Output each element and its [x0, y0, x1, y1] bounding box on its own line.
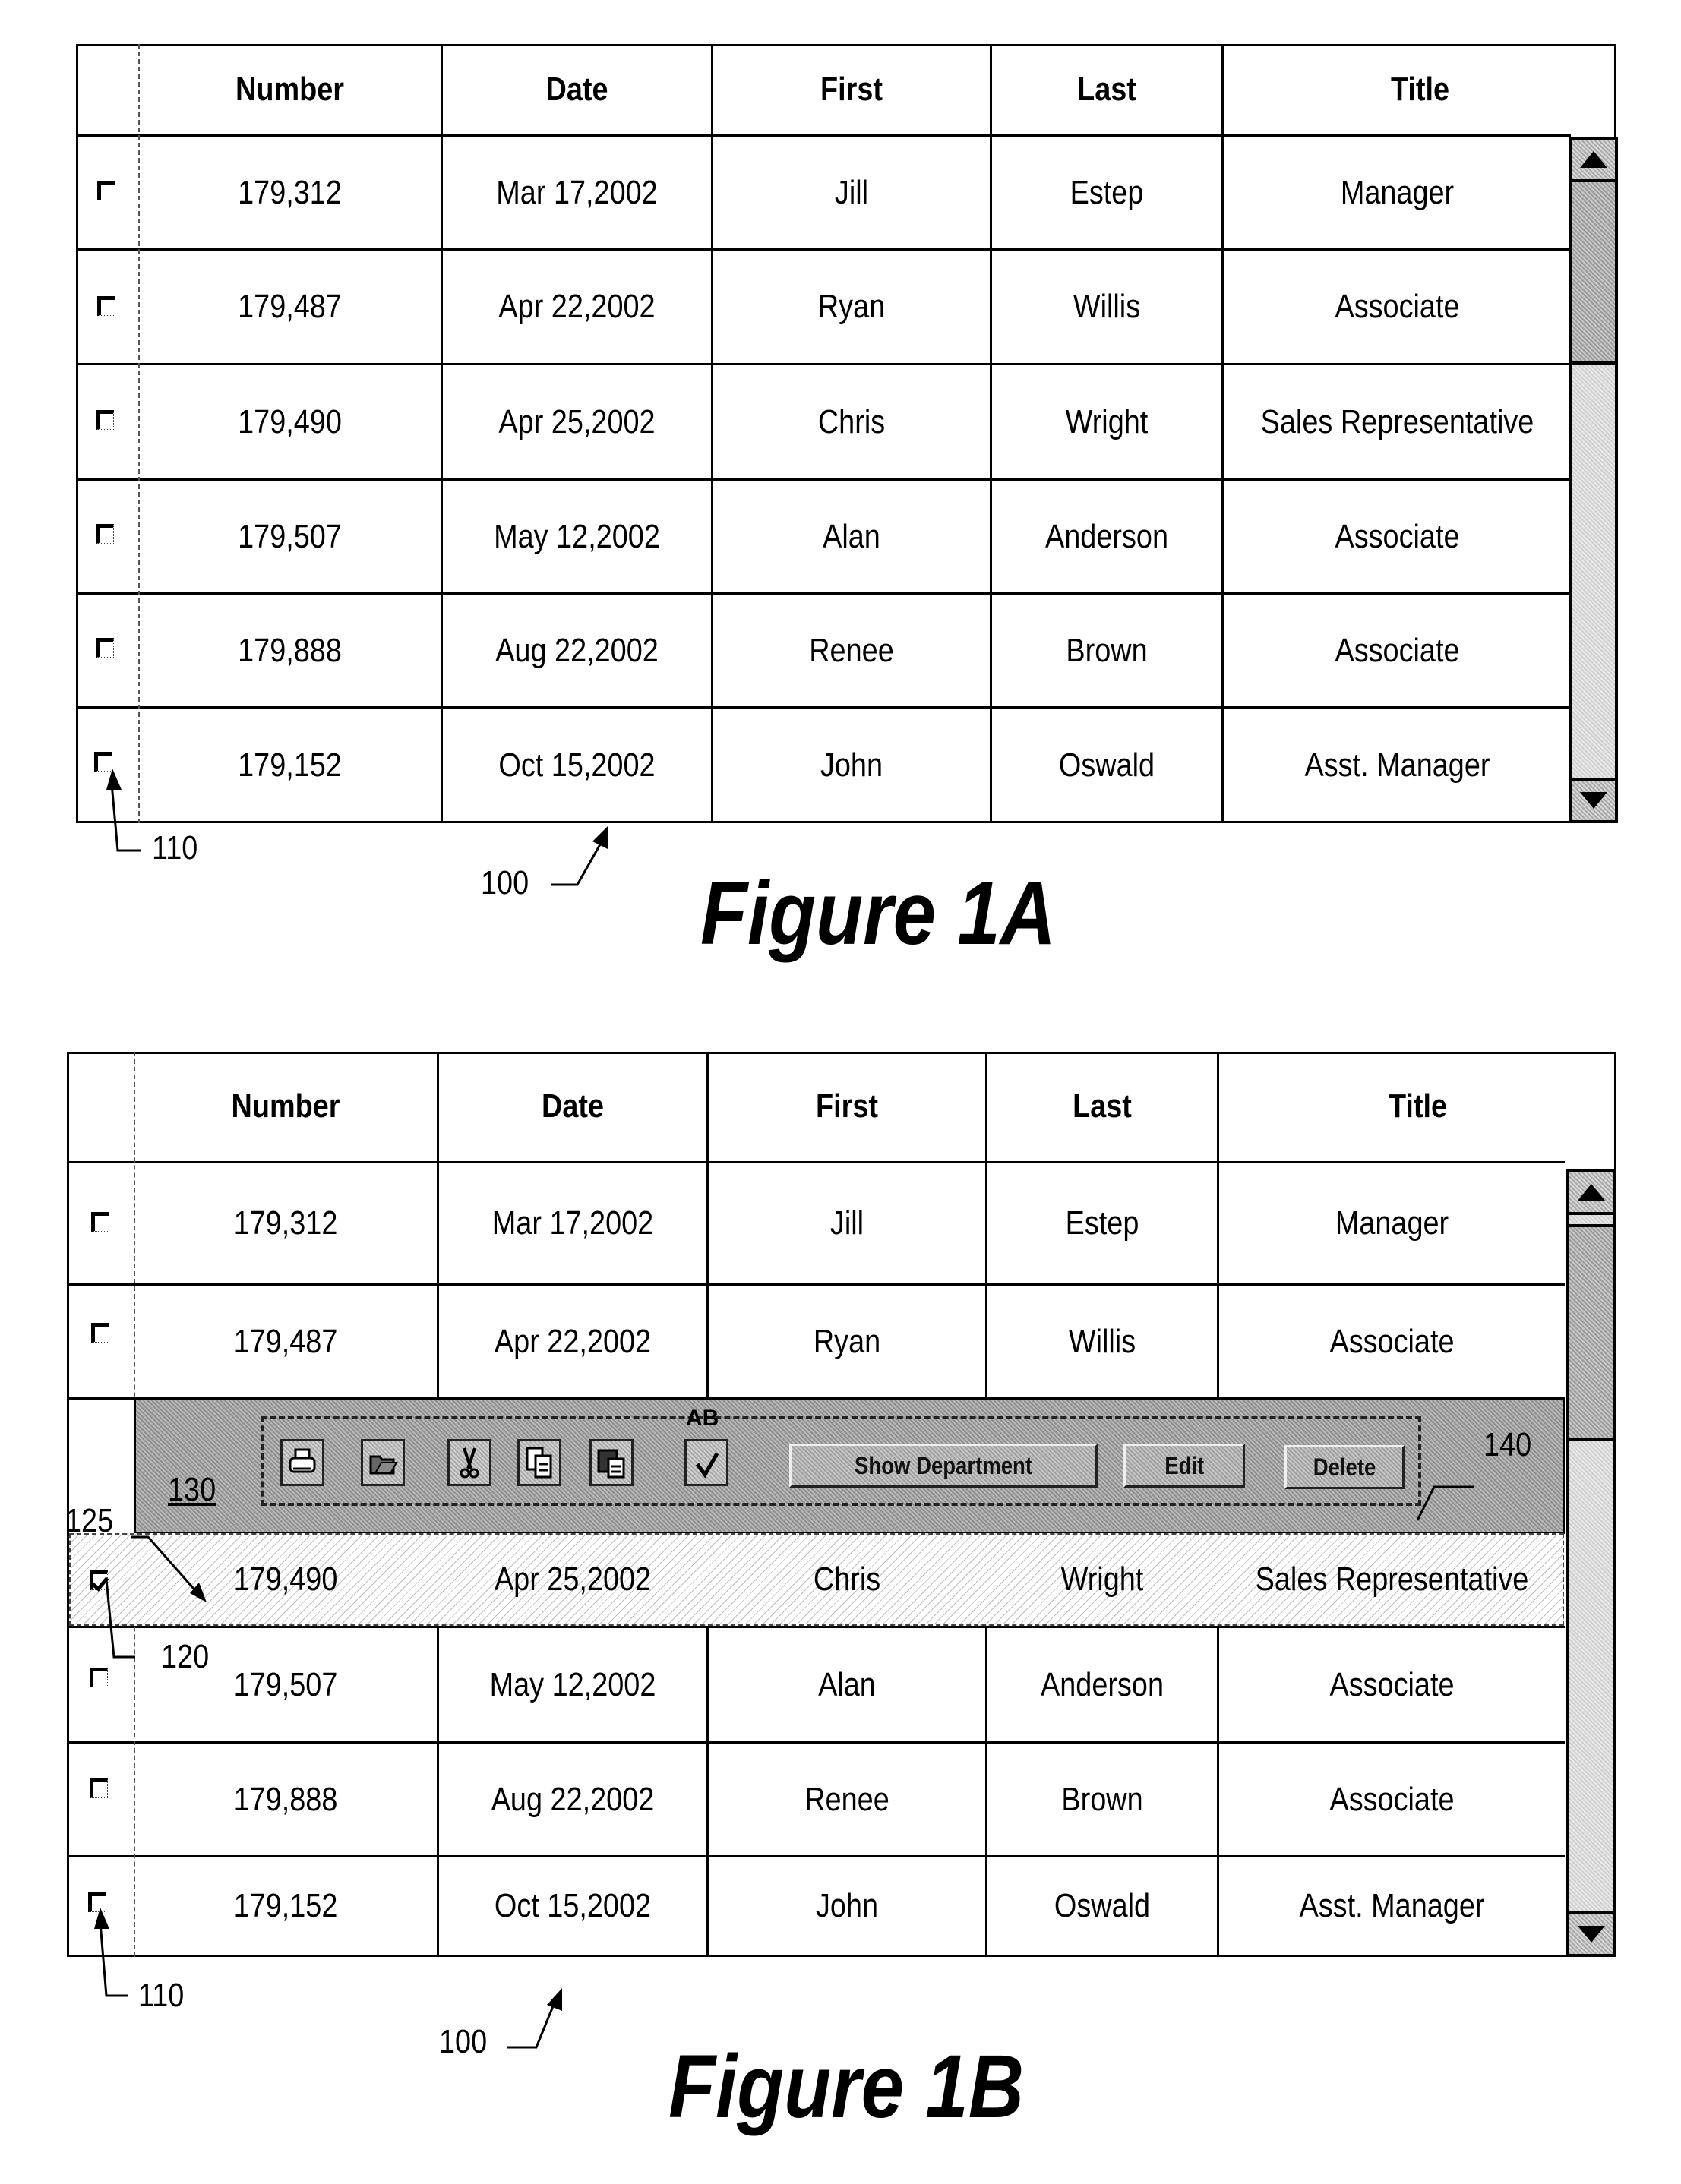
row-checkbox[interactable] [91, 1323, 109, 1343]
checkbox-leader-arrowhead [106, 769, 122, 790]
column-header-last[interactable]: Last [1003, 1052, 1201, 1161]
ref-label-120: 120 [161, 1638, 210, 1675]
cell-last: Estep [1065, 1204, 1139, 1242]
cell-date: Mar 17,2002 [491, 1204, 654, 1242]
table-leader-arrowhead [547, 1988, 562, 2011]
ref-label-100: 100 [481, 864, 529, 901]
figure-caption: Figure 1A [700, 863, 1057, 964]
cell-last: Willis [1068, 1322, 1136, 1360]
leader-lines [106, 769, 608, 886]
ref-label-110: 110 [138, 1977, 185, 2014]
selected-checkbox-leader-line [105, 1579, 135, 1659]
column-divider [706, 1052, 709, 1397]
leader-lines [94, 1485, 1474, 2049]
table-leader-line [551, 844, 602, 886]
table-leader-line [507, 2006, 555, 2049]
scroll-up-button[interactable] [1569, 1172, 1613, 1215]
group-leader-line [1416, 1485, 1474, 1521]
checkbox-leader-arrowhead [94, 1908, 109, 1929]
cell-first: Jill [829, 1204, 864, 1242]
ref-label-125: 125 [65, 1502, 114, 1539]
cell-number: 179,312 [233, 1204, 338, 1242]
column-divider [985, 1052, 987, 1397]
figure-caption: Figure 1B [668, 2037, 1025, 2137]
cell-title: Associate [1329, 1322, 1455, 1360]
column-divider [437, 1052, 439, 1397]
arrow-up-icon [1578, 1184, 1605, 1201]
column-header-first[interactable]: First [728, 1052, 965, 1161]
checkbox-leader-line [99, 1922, 128, 1997]
column-header-number[interactable]: Number [156, 1052, 416, 1161]
cell-number: 179,487 [233, 1322, 338, 1360]
ref-label-110: 110 [152, 829, 198, 866]
toolbar-leader-line [131, 1535, 201, 1595]
cell-title: Manager [1335, 1204, 1449, 1242]
cell-date: Apr 22,2002 [494, 1322, 652, 1360]
column-header-title[interactable]: Title [1247, 1052, 1589, 1161]
row-checkbox[interactable] [91, 1212, 109, 1232]
spell-check-label: AB [686, 1406, 719, 1431]
column-divider [1217, 1052, 1219, 1397]
scroll-thumb[interactable] [1569, 1224, 1613, 1441]
cell-first: Ryan [813, 1322, 881, 1360]
column-header-date[interactable]: Date [458, 1052, 688, 1161]
ref-label-100: 100 [439, 2023, 488, 2060]
checkbox-leader-line [110, 783, 141, 852]
